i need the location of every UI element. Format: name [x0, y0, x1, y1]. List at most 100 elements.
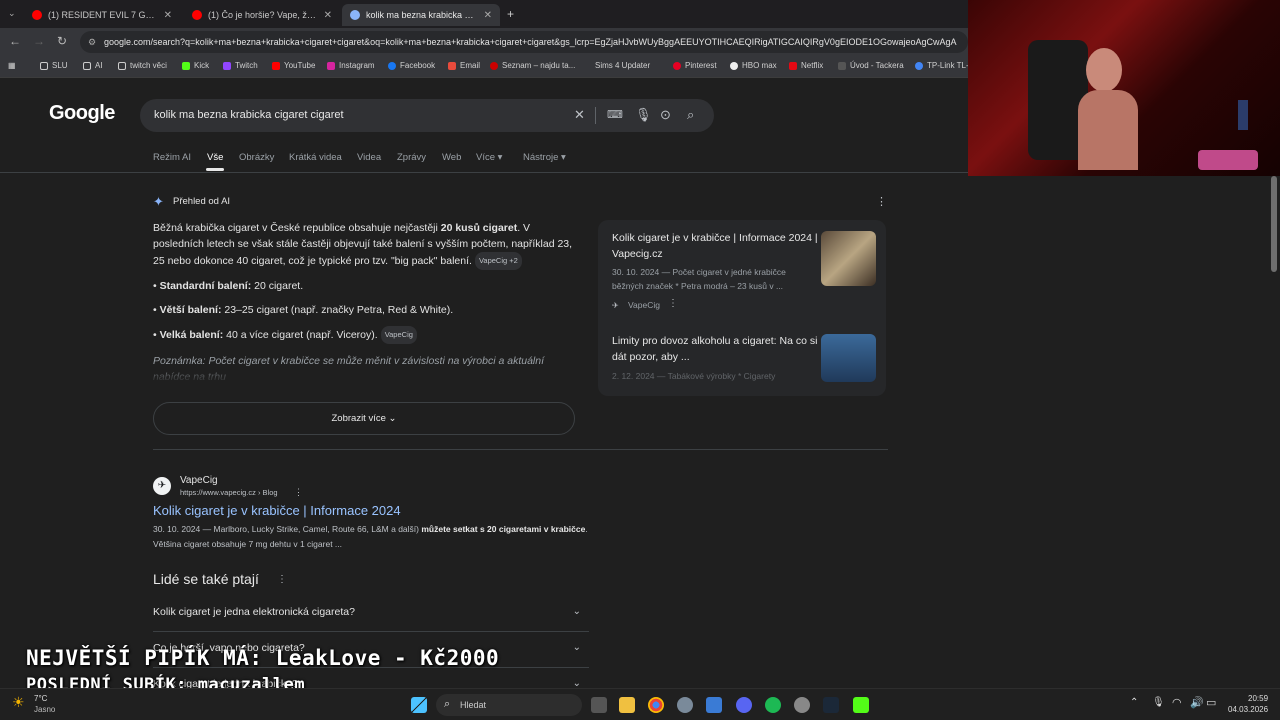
page-scrollbar[interactable] [1271, 176, 1277, 272]
result-site-name[interactable]: VapeCig [180, 475, 218, 486]
bookmark-pinterest[interactable]: Pinterest [673, 61, 717, 70]
filter-all[interactable]: Vše [207, 152, 223, 163]
filter-tools[interactable]: Nástroje ▾ [523, 152, 566, 163]
close-icon[interactable]: ✕ [164, 10, 172, 21]
filter-short-videos[interactable]: Krátká videa [289, 152, 342, 163]
webcam-overlay [968, 0, 1280, 176]
bookmark-ai[interactable]: AI [83, 61, 103, 70]
result-title-link[interactable]: Kolik cigaret je v krabičce | Informace … [153, 503, 401, 518]
question-item[interactable]: Kolik cigaret je jedna elektronická ciga… [153, 596, 589, 632]
list-item: • Větší balení: 23–25 cigaret (např. zna… [153, 304, 454, 316]
pinterest-icon [673, 61, 681, 70]
start-icon[interactable] [411, 697, 427, 713]
steam-icon[interactable] [823, 697, 839, 713]
bookmark-email[interactable]: Email [448, 61, 480, 70]
weather-icon[interactable]: ☀ [12, 694, 25, 711]
source-card-title[interactable]: Limity pro dovoz alkoholu a cigaret: Na … [612, 333, 818, 365]
result-url[interactable]: https://www.vapecig.cz › Blog [180, 488, 278, 497]
microphone-icon[interactable]: 🎙 [635, 107, 652, 123]
more-options-icon[interactable]: ⋮ [876, 195, 887, 208]
bullet-label: Standardní balení: [159, 280, 252, 292]
close-icon[interactable]: ✕ [484, 10, 492, 21]
more-options-icon[interactable]: ⋮ [668, 298, 678, 309]
wifi-icon[interactable]: ◠ [1172, 696, 1182, 709]
google-logo[interactable]: Google [49, 102, 115, 125]
chrome-icon[interactable] [648, 697, 664, 713]
weather-desc[interactable]: Jasno [34, 705, 55, 714]
filter-web[interactable]: Web [442, 152, 461, 163]
bookmark-hbo[interactable]: HBO max [730, 61, 777, 70]
search-input[interactable]: kolik ma bezna krabicka cigaret cigaret [154, 109, 344, 121]
bookmark-tplink[interactable]: TP-Link TL- [915, 61, 969, 70]
photos-icon[interactable] [706, 697, 722, 713]
youtube-icon [192, 10, 202, 20]
keyboard-icon[interactable]: ⌨ [607, 108, 623, 121]
tab-search-chevron-icon[interactable]: ⌄ [8, 8, 16, 19]
bookmark-facebook[interactable]: Facebook [388, 61, 435, 70]
search-icon: ⌕ [444, 698, 451, 710]
taskbar-search-label: Hledat [460, 700, 487, 710]
obs-icon[interactable] [794, 697, 810, 713]
tab-resident-evil[interactable]: (1) RESIDENT EVIL 7 Gameplay ✕ [24, 4, 180, 26]
bookmark-instagram[interactable]: Instagram [327, 61, 375, 70]
reload-icon[interactable]: ↻ [57, 34, 67, 48]
search-icon[interactable]: ⌕ [687, 107, 694, 123]
filter-videos[interactable]: Videa [357, 152, 381, 163]
address-bar[interactable]: ⚙ google.com/search?q=kolik+ma+bezna+kra… [80, 31, 968, 53]
kick-icon[interactable] [853, 697, 869, 713]
source-card-title[interactable]: Kolik cigaret je v krabičce | Informace … [612, 230, 818, 262]
taskbar-search[interactable]: ⌕ Hledat [436, 694, 582, 716]
bookmark-twitch-veci[interactable]: twitch věci [118, 61, 167, 70]
volume-icon[interactable]: 🔊 [1190, 696, 1204, 709]
back-icon[interactable]: ← [9, 34, 21, 48]
tab-google-search[interactable]: kolik ma bezna krabicka cigaret ✕ [342, 4, 500, 26]
vapecig-icon: ✈ [612, 301, 619, 310]
source-chip[interactable]: VapeCig +2 [474, 252, 522, 270]
clock-date[interactable]: 04.03.2026 [1228, 705, 1268, 714]
chevron-down-icon: ⌄ [388, 413, 397, 424]
more-options-icon[interactable]: ⋮ [294, 487, 303, 498]
bookmark-label: Facebook [400, 61, 436, 70]
discord-icon[interactable] [736, 697, 752, 713]
lens-icon[interactable]: ⊙ [660, 107, 671, 123]
bookmark-tackera[interactable]: Úvod - Tackera [838, 61, 904, 70]
apps-icon[interactable]: ▦ [8, 61, 16, 70]
site-info-icon[interactable]: ⚙ [88, 31, 96, 53]
forward-icon[interactable]: → [33, 34, 45, 48]
bookmark-label: Email [460, 61, 481, 70]
filter-images[interactable]: Obrázky [239, 152, 274, 163]
task-view-icon[interactable] [591, 697, 607, 713]
bookmark-sims[interactable]: Sims 4 Updater [595, 61, 650, 70]
spotify-icon[interactable] [765, 697, 781, 713]
show-more-button[interactable]: Zobrazit více ⌄ [153, 402, 575, 435]
clear-icon[interactable]: ✕ [574, 107, 585, 123]
microphone-icon[interactable]: 🎙 [1152, 697, 1165, 708]
chevron-up-icon[interactable]: ⌃ [1130, 697, 1138, 708]
bookmark-kick[interactable]: Kick [182, 61, 209, 70]
bookmark-twitch[interactable]: Twitch [223, 61, 258, 70]
vapecig-favicon-icon[interactable]: ✈ [153, 477, 171, 495]
bookmark-seznam[interactable]: Seznam – najdu ta... [490, 61, 575, 70]
close-icon[interactable]: ✕ [324, 10, 332, 21]
harbor-thumbnail[interactable] [821, 334, 876, 382]
bookmark-netflix[interactable]: Netflix [789, 61, 823, 70]
bookmark-youtube[interactable]: YouTube [272, 61, 315, 70]
filter-ai-mode[interactable]: Režim AI [153, 152, 191, 163]
ai-sparkle-icon: ✦ [153, 194, 164, 209]
tab-co-je-horsie[interactable]: (1) Čo je horšie? Vape, žuvací tab ✕ [184, 4, 340, 26]
filter-more[interactable]: Více ▾ [476, 152, 502, 163]
webcam-keyboard [1198, 150, 1258, 170]
source-chip[interactable]: VapeCig [380, 326, 417, 344]
more-options-icon[interactable]: ⋮ [277, 574, 287, 585]
clock-time[interactable]: 20:59 [1248, 694, 1268, 703]
bookmark-slu[interactable]: SLU [40, 61, 68, 70]
settings-icon[interactable] [677, 697, 693, 713]
cigarette-box-thumbnail[interactable] [821, 231, 876, 286]
new-tab-button[interactable]: + [507, 7, 514, 21]
search-box[interactable]: kolik ma bezna krabicka cigaret cigaret … [140, 99, 714, 132]
file-explorer-icon[interactable] [619, 697, 635, 713]
weather-temp[interactable]: 7°C [34, 694, 47, 703]
battery-icon[interactable]: ▭ [1206, 696, 1216, 709]
show-more-label: Zobrazit více [331, 413, 386, 424]
filter-news[interactable]: Zprávy [397, 152, 426, 163]
